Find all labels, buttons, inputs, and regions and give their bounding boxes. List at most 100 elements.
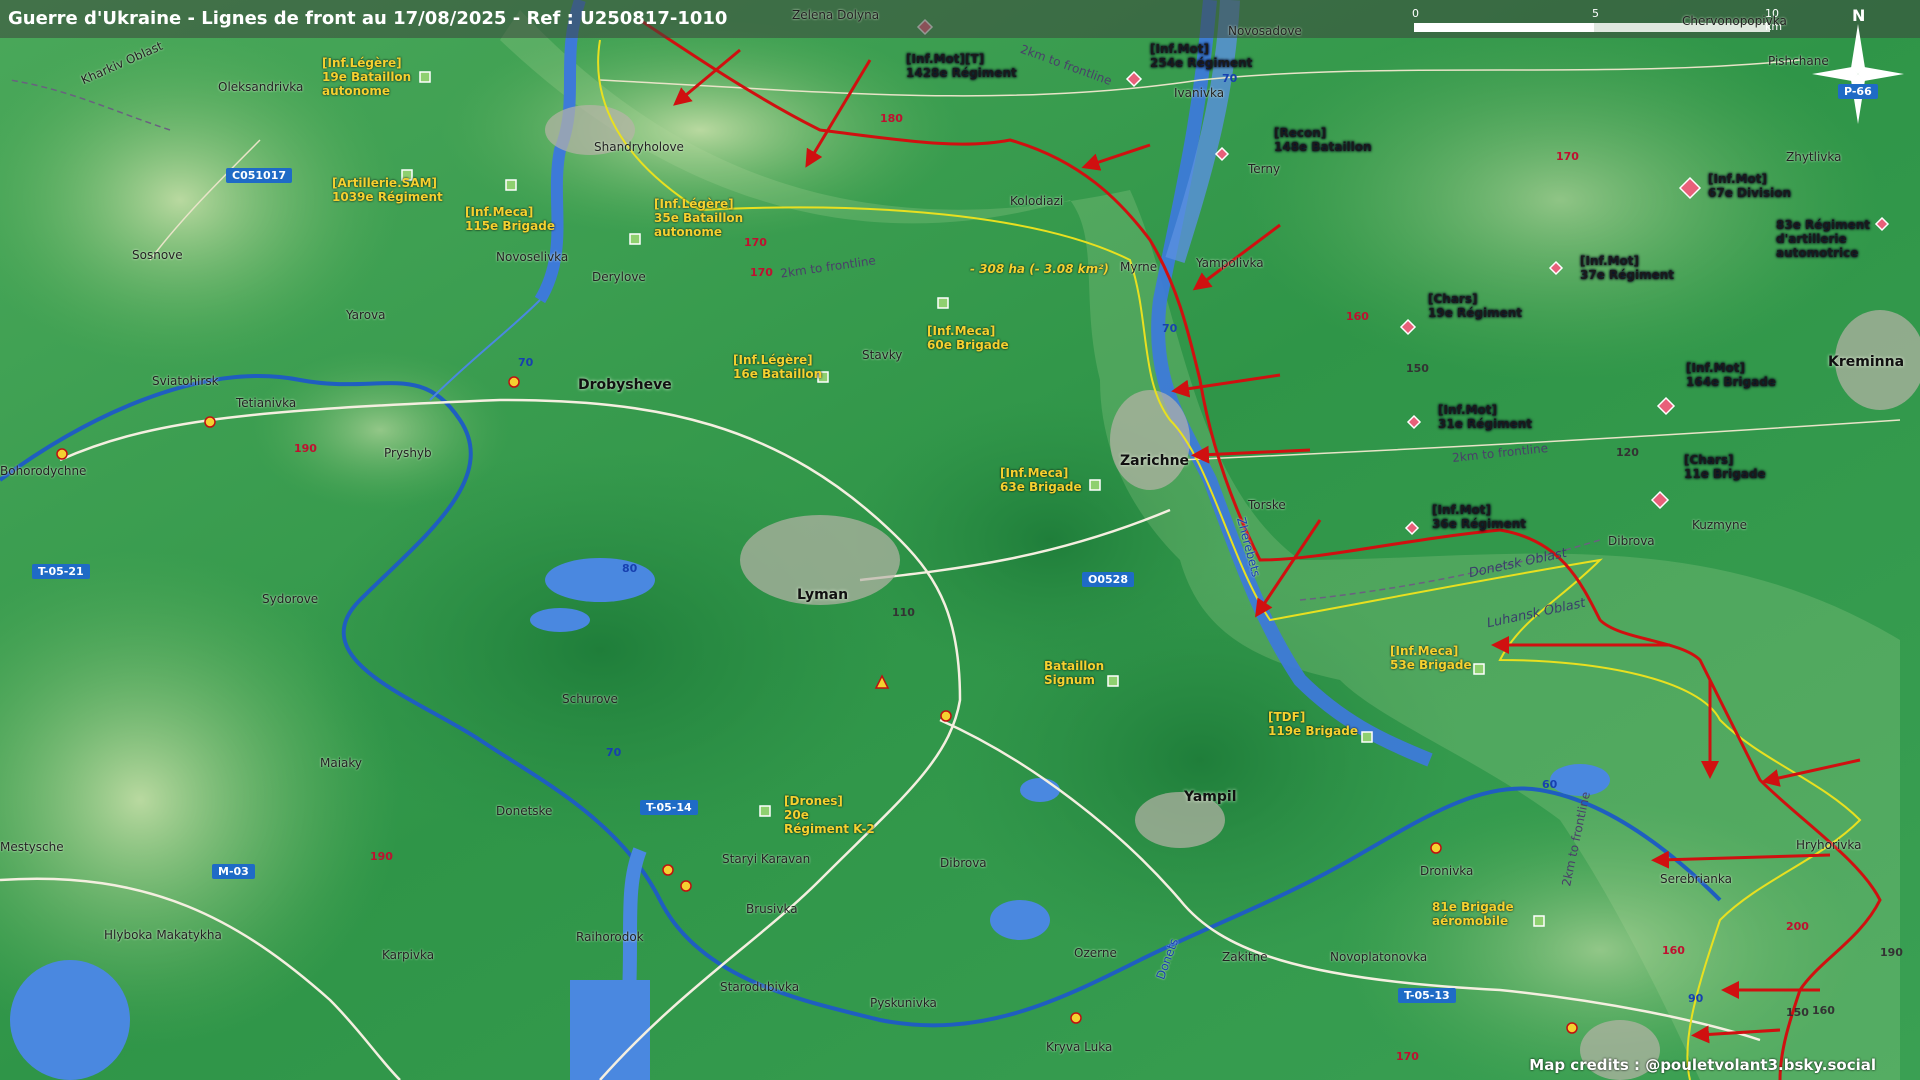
place-label: Terny xyxy=(1248,162,1281,176)
crossing-marker xyxy=(1430,842,1442,854)
ua-unit-label[interactable]: [Inf.Meca] 63e Brigade xyxy=(1000,466,1082,494)
place-label: Sydorove xyxy=(262,592,319,606)
elevation-label: 160 xyxy=(1346,310,1369,323)
ua-unit-label[interactable]: [TDF] 119e Brigade xyxy=(1268,710,1358,738)
ua-unit-marker xyxy=(1473,663,1485,675)
elevation-label: 70 xyxy=(606,746,622,759)
map-credits: Map credits : @pouletvolant3.bsky.social xyxy=(1529,1056,1876,1074)
place-label: Zakitne xyxy=(1222,950,1268,964)
place-label: Ozerne xyxy=(1074,946,1117,960)
ua-unit-label[interactable]: [Inf.Meca] 115e Brigade xyxy=(465,205,555,233)
elevation-label: 120 xyxy=(1616,446,1639,459)
place-label: Hryhorivka xyxy=(1796,838,1862,852)
place-label: Donetske xyxy=(496,804,553,818)
scale-label-5: 5 xyxy=(1592,7,1599,20)
place-label: Mestysche xyxy=(0,840,64,854)
ru-unit-label[interactable]: [Recon] 148e Bataillon xyxy=(1274,126,1372,154)
elevation-label: 160 xyxy=(1662,944,1685,957)
lake xyxy=(1020,778,1060,802)
place-label: Sviatohirsk xyxy=(152,374,219,388)
ru-unit-label[interactable]: [Inf.Mot] 67e Division xyxy=(1708,172,1791,200)
city-label: Drobysheve xyxy=(578,377,672,393)
place-label: Tetianivka xyxy=(236,396,297,410)
ua-unit-label[interactable]: [Inf.Légère] 35e Bataillon autonome xyxy=(654,197,743,239)
place-label: Novoselivka xyxy=(496,250,569,264)
elevation-label: 190 xyxy=(1880,946,1903,959)
road-shield: T-05-14 xyxy=(640,800,698,815)
elevation-label: 80 xyxy=(622,562,638,575)
ua-unit-label[interactable]: [Inf.Légère] 19e Bataillon autonome xyxy=(322,56,411,98)
ru-unit-label[interactable]: [Chars] 11e Brigade xyxy=(1684,453,1766,481)
elevation-label: 190 xyxy=(294,442,317,455)
city-label: Zarichne xyxy=(1120,453,1190,469)
place-label: Dronivka xyxy=(1420,864,1474,878)
ru-unit-label[interactable]: [Inf.Mot] 37e Régiment xyxy=(1580,254,1674,282)
place-label: Torske xyxy=(1248,498,1286,512)
compass-star-icon xyxy=(1812,24,1904,124)
ua-unit-label[interactable]: 81e Brigade aéromobile xyxy=(1432,900,1514,928)
place-label: Novoplatonovka xyxy=(1330,950,1428,964)
ua-unit-marker xyxy=(629,233,641,245)
place-label: Hlyboka Makatykha xyxy=(104,928,222,942)
ua-unit-marker xyxy=(505,179,517,191)
ru-unit-label[interactable]: [Inf.Mot] 164e Brigade xyxy=(1686,361,1776,389)
elevation-label: 60 xyxy=(1542,778,1558,791)
ua-unit-label[interactable]: [Inf.Légère] 16e Bataillon xyxy=(733,353,822,381)
road-shield: P-66 xyxy=(1838,84,1878,99)
elevation-label: 170 xyxy=(750,266,773,279)
crossing-marker xyxy=(940,710,952,722)
place-label: Karpivka xyxy=(382,948,435,962)
place-label: Stavky xyxy=(862,348,903,362)
ua-unit-marker xyxy=(1107,675,1119,687)
place-label: Brusivka xyxy=(746,902,798,916)
ua-unit-label[interactable]: [Inf.Meca] 53e Brigade xyxy=(1390,644,1472,672)
place-label: Staryi Karavan xyxy=(722,852,811,866)
place-label: Kuzmyne xyxy=(1692,518,1747,532)
ru-unit-label[interactable]: [Inf.Mot] 36e Régiment xyxy=(1432,503,1526,531)
lake xyxy=(990,900,1050,940)
hill-area xyxy=(1240,20,1880,380)
ua-unit-label[interactable]: [Inf.Meca] 60e Brigade xyxy=(927,324,1009,352)
place-label: Oleksandrivka xyxy=(218,80,304,94)
place-label: Chervonopopivka xyxy=(1682,14,1787,28)
elevation-label: 70 xyxy=(1162,322,1178,335)
crossing-marker xyxy=(508,376,520,388)
place-label: Kryva Luka xyxy=(1046,1040,1113,1054)
place-label: Schurove xyxy=(562,692,618,706)
place-label: Dibrova xyxy=(1608,534,1655,548)
elevation-label: 170 xyxy=(744,236,767,249)
road-shield: T-05-13 xyxy=(1398,988,1456,1003)
elevation-label: 90 xyxy=(1688,992,1704,1005)
road-shield: O0528 xyxy=(1082,572,1134,587)
city-label: Kreminna xyxy=(1828,354,1905,370)
ua-unit-label[interactable]: [Artillerie.SAM] 1039e Régiment xyxy=(332,176,443,204)
settlement-area xyxy=(1110,390,1190,490)
ru-unit-label[interactable]: [Inf.Mot][T] 1428e Régiment xyxy=(906,52,1017,80)
ua-unit-label[interactable]: [Drones] 20e Régiment K-2 xyxy=(784,794,875,836)
ru-unit-label[interactable]: [Inf.Mot] 254e Régiment xyxy=(1150,42,1252,70)
place-label: Derylove xyxy=(592,270,646,284)
city-label: Lyman xyxy=(797,587,849,603)
ru-unit-label[interactable]: [Inf.Mot] 31e Régiment xyxy=(1438,403,1532,431)
map-title: Guerre d'Ukraine - Lignes de front au 17… xyxy=(8,8,728,29)
ua-unit-marker xyxy=(1089,479,1101,491)
crossing-marker xyxy=(1070,1012,1082,1024)
ua-unit-label[interactable]: Bataillon Signum xyxy=(1044,659,1104,687)
road-shield: C051017 xyxy=(226,168,292,183)
place-label: Sosnove xyxy=(132,248,183,262)
place-label: Ivanivka xyxy=(1174,86,1225,100)
place-label: Pishchane xyxy=(1768,54,1829,68)
place-label: Pryshyb xyxy=(384,446,432,460)
elevation-label: 150 xyxy=(1786,1006,1809,1019)
ru-unit-label[interactable]: [Chars] 19e Régiment xyxy=(1428,292,1522,320)
ru-unit-label[interactable]: 83e Régiment d'artillerie automotrice xyxy=(1776,218,1870,260)
lake xyxy=(570,980,650,1080)
ua-unit-marker xyxy=(759,805,771,817)
compass-north-label: N xyxy=(1852,6,1866,25)
elevation-label: 70 xyxy=(518,356,534,369)
forest-area xyxy=(300,450,900,850)
elevation-label: 180 xyxy=(880,112,903,125)
place-label: Kolodiazi xyxy=(1010,194,1064,208)
place-label: Pyskunivka xyxy=(870,996,937,1010)
road-shield: T-05-21 xyxy=(32,564,90,579)
